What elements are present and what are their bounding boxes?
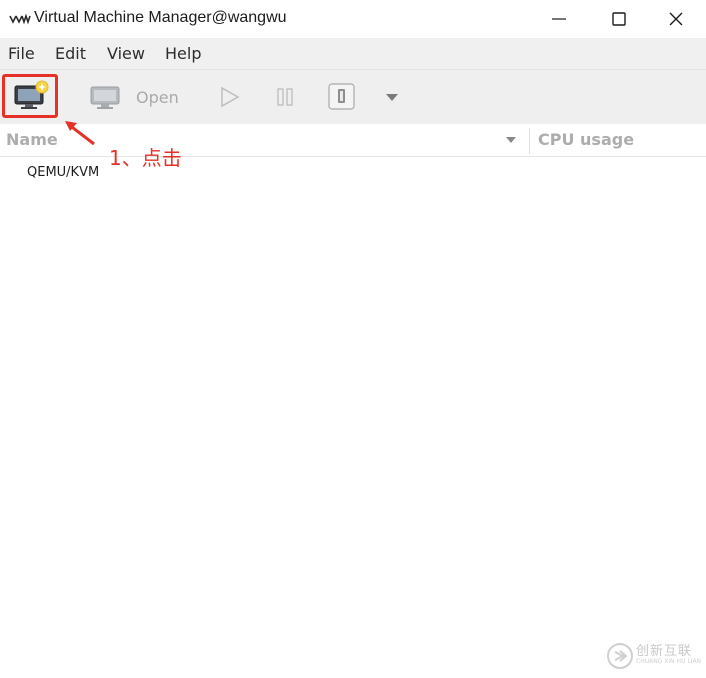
list-header: Name CPU usage xyxy=(0,124,706,157)
maximize-button[interactable] xyxy=(589,0,649,38)
window-title: Virtual Machine Manager@wangwu xyxy=(34,9,287,26)
new-vm-monitor-icon xyxy=(14,80,49,109)
column-cpu-usage[interactable]: CPU usage xyxy=(538,130,634,149)
vmm-app-icon xyxy=(9,13,31,25)
watermark-icon xyxy=(607,643,633,669)
watermark-subtext: CHUANG XIN HU LIAN xyxy=(636,658,702,665)
menu-file[interactable]: File xyxy=(8,44,35,63)
close-icon xyxy=(669,12,683,26)
menu-bar: File Edit View Help xyxy=(0,38,706,70)
annotation-label: 1、点击 xyxy=(109,146,182,170)
open-vm-icon[interactable] xyxy=(89,84,121,112)
menu-view[interactable]: View xyxy=(107,44,145,63)
stop-icon[interactable] xyxy=(328,83,356,111)
watermark-logo: 创新互联 CHUANG XIN HU LIAN xyxy=(604,636,704,676)
watermark-text: 创新互联 xyxy=(636,644,693,659)
chevron-down-icon[interactable] xyxy=(385,92,399,102)
maximize-icon xyxy=(612,12,626,26)
minimize-button[interactable] xyxy=(529,0,589,38)
toolbar: Open xyxy=(0,70,706,124)
column-name[interactable]: Name xyxy=(6,130,58,149)
close-button[interactable] xyxy=(646,0,706,38)
column-divider[interactable] xyxy=(529,128,530,154)
pause-icon[interactable] xyxy=(276,87,296,107)
open-button-label[interactable]: Open xyxy=(136,88,179,107)
sort-arrow-icon[interactable] xyxy=(505,136,517,144)
minimize-icon xyxy=(552,18,566,20)
annotation-arrow-icon xyxy=(65,121,95,146)
new-vm-button[interactable] xyxy=(2,74,58,118)
menu-edit[interactable]: Edit xyxy=(55,44,86,63)
connection-row-qemu-kvm[interactable]: QEMU/KVM xyxy=(27,165,99,180)
play-icon[interactable] xyxy=(219,86,241,108)
menu-help[interactable]: Help xyxy=(165,44,201,63)
title-bar: Virtual Machine Manager@wangwu xyxy=(0,0,706,38)
